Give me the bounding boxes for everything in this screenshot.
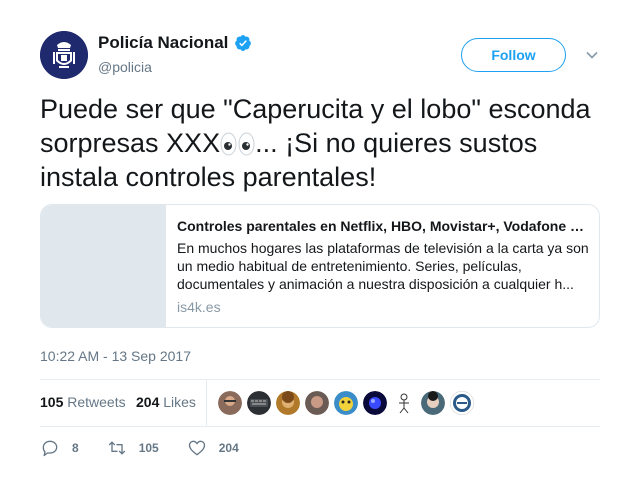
heart-icon <box>188 440 205 456</box>
card-description: En muchos hogares las plataformas de tel… <box>177 240 589 292</box>
liker-avatar[interactable] <box>276 391 300 415</box>
tweet-actions: 8 105 204 <box>40 437 267 459</box>
display-name[interactable]: Policía Nacional <box>98 33 228 53</box>
likers-avatars <box>218 391 474 415</box>
verified-badge-icon <box>235 35 252 51</box>
avatar[interactable] <box>40 31 88 79</box>
card-title: Controles parentales en Netflix, HBO, Mo… <box>177 218 589 234</box>
retweets-label: Retweets <box>67 394 126 410</box>
chevron-down-icon[interactable] <box>585 48 599 62</box>
tweet-timestamp[interactable]: 10:22 AM - 13 Sep 2017 <box>40 348 191 364</box>
liker-avatar[interactable] <box>450 391 474 415</box>
divider <box>40 426 600 427</box>
reply-icon <box>42 440 58 457</box>
liker-avatar[interactable] <box>247 391 271 415</box>
like-count: 204 <box>218 441 239 455</box>
liker-avatar[interactable] <box>363 391 387 415</box>
retweet-button[interactable]: 105 <box>107 438 159 458</box>
reply-button[interactable]: 8 <box>40 438 79 458</box>
liker-avatar[interactable] <box>334 391 358 415</box>
likes-count: 204 <box>136 394 160 410</box>
retweet-count: 105 <box>138 441 159 455</box>
card-thumbnail <box>41 205 166 327</box>
retweets-stat[interactable]: 105 Retweets <box>40 394 126 410</box>
eyes-emoji <box>220 132 255 156</box>
liker-avatar[interactable] <box>305 391 329 415</box>
user-handle[interactable]: @policia <box>98 58 252 76</box>
link-card[interactable]: Controles parentales en Netflix, HBO, Mo… <box>40 204 600 328</box>
stats-separator <box>206 380 207 426</box>
card-body: Controles parentales en Netflix, HBO, Mo… <box>177 217 589 316</box>
retweet-icon <box>108 441 125 455</box>
retweets-count: 105 <box>40 394 64 410</box>
tweet-text: Puede ser que "Caperucita y el lobo" esc… <box>40 92 600 194</box>
reply-count: 8 <box>72 441 79 455</box>
follow-button[interactable]: Follow <box>461 38 566 72</box>
user-info: Policía Nacional @policia <box>98 33 252 76</box>
likes-stat[interactable]: 204 Likes <box>136 394 196 410</box>
likes-label: Likes <box>163 394 196 410</box>
tweet-stats: 105 Retweets 204 Likes <box>40 380 600 426</box>
liker-avatar[interactable] <box>392 391 416 415</box>
card-domain: is4k.es <box>177 299 221 315</box>
police-badge-icon <box>40 31 88 79</box>
liker-avatar[interactable] <box>218 391 242 415</box>
liker-avatar[interactable] <box>421 391 445 415</box>
tweet-header: Policía Nacional @policia Follow <box>40 31 600 79</box>
like-button[interactable]: 204 <box>187 438 239 458</box>
